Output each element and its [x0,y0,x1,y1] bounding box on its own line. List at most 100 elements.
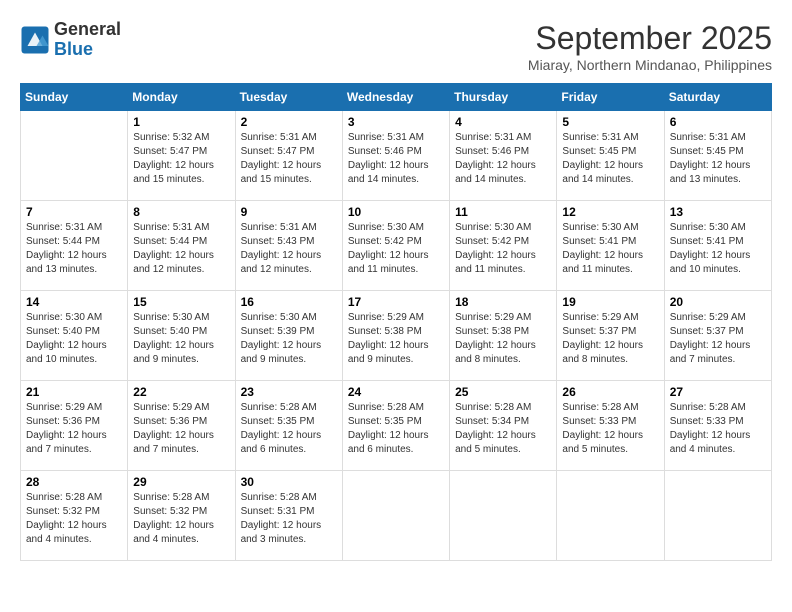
logo-text: General Blue [54,20,121,60]
cell-info: Sunrise: 5:29 AM Sunset: 5:38 PM Dayligh… [348,311,444,367]
cell-info: Sunrise: 5:30 AM Sunset: 5:41 PM Dayligh… [670,221,766,277]
cell-info: Sunrise: 5:29 AM Sunset: 5:36 PM Dayligh… [26,401,122,457]
calendar-cell: 26 Sunrise: 5:28 AM Sunset: 5:33 PM Dayli… [557,381,664,471]
calendar-cell: 27Sunrise: 5:28 AM Sunset: 5:33 PM Dayli… [664,381,771,471]
day-number: 29 [133,475,229,489]
calendar-cell [557,471,664,561]
day-number: 8 [133,205,229,219]
day-number: 19 [562,295,658,309]
title-block: September 2025 Miaray, Northern Mindanao… [528,20,772,73]
cell-info: Sunrise: 5:29 AM Sunset: 5:36 PM Dayligh… [133,401,229,457]
day-number: 17 [348,295,444,309]
calendar-cell: 4 Sunrise: 5:31 AM Sunset: 5:46 PM Daylig… [450,111,557,201]
day-number: 15 [133,295,229,309]
calendar-cell: 30Sunrise: 5:28 AM Sunset: 5:31 PM Dayli… [235,471,342,561]
day-number: 6 [670,115,766,129]
calendar-week-3: 14Sunrise: 5:30 AM Sunset: 5:40 PM Dayli… [21,291,772,381]
cell-info: Sunrise: 5:29 AM Sunset: 5:37 PM Dayligh… [562,311,658,367]
weekday-header-monday: Monday [128,84,235,111]
weekday-header-row: SundayMondayTuesdayWednesdayThursdayFrid… [21,84,772,111]
weekday-header-sunday: Sunday [21,84,128,111]
cell-info: Sunrise: 5:31 AM Sunset: 5:43 PM Dayligh… [241,221,337,277]
calendar-cell: 7 Sunrise: 5:31 AM Sunset: 5:44 PM Daylig… [21,201,128,291]
day-number: 20 [670,295,766,309]
weekday-header-tuesday: Tuesday [235,84,342,111]
day-number: 18 [455,295,551,309]
day-number: 5 [562,115,658,129]
day-number: 16 [241,295,337,309]
calendar-cell: 23 Sunrise: 5:28 AM Sunset: 5:35 PM Dayli… [235,381,342,471]
calendar-week-2: 7 Sunrise: 5:31 AM Sunset: 5:44 PM Daylig… [21,201,772,291]
calendar-cell: 28Sunrise: 5:28 AM Sunset: 5:32 PM Dayli… [21,471,128,561]
calendar-cell: 14Sunrise: 5:30 AM Sunset: 5:40 PM Dayli… [21,291,128,381]
calendar-cell: 1Sunrise: 5:32 AM Sunset: 5:47 PM Daylig… [128,111,235,201]
cell-info: Sunrise: 5:28 AM Sunset: 5:33 PM Dayligh… [562,401,658,457]
cell-info: Sunrise: 5:31 AM Sunset: 5:45 PM Dayligh… [670,131,766,187]
calendar-cell: 16 Sunrise: 5:30 AM Sunset: 5:39 PM Dayli… [235,291,342,381]
day-number: 1 [133,115,229,129]
cell-info: Sunrise: 5:28 AM Sunset: 5:35 PM Dayligh… [348,401,444,457]
calendar-cell: 21Sunrise: 5:29 AM Sunset: 5:36 PM Dayli… [21,381,128,471]
calendar-week-1: 1Sunrise: 5:32 AM Sunset: 5:47 PM Daylig… [21,111,772,201]
calendar-cell: 13 Sunrise: 5:30 AM Sunset: 5:41 PM Dayli… [664,201,771,291]
calendar-cell: 2 Sunrise: 5:31 AM Sunset: 5:47 PM Daylig… [235,111,342,201]
day-number: 10 [348,205,444,219]
calendar-cell: 5 Sunrise: 5:31 AM Sunset: 5:45 PM Daylig… [557,111,664,201]
cell-info: Sunrise: 5:31 AM Sunset: 5:47 PM Dayligh… [241,131,337,187]
cell-info: Sunrise: 5:28 AM Sunset: 5:32 PM Dayligh… [26,491,122,547]
calendar-cell: 19 Sunrise: 5:29 AM Sunset: 5:37 PM Dayli… [557,291,664,381]
cell-info: Sunrise: 5:31 AM Sunset: 5:46 PM Dayligh… [455,131,551,187]
location: Miaray, Northern Mindanao, Philippines [528,57,772,73]
cell-info: Sunrise: 5:28 AM Sunset: 5:32 PM Dayligh… [133,491,229,547]
calendar-week-5: 28Sunrise: 5:28 AM Sunset: 5:32 PM Dayli… [21,471,772,561]
calendar-cell: 22 Sunrise: 5:29 AM Sunset: 5:36 PM Dayli… [128,381,235,471]
logo: General Blue [20,20,121,60]
cell-info: Sunrise: 5:28 AM Sunset: 5:35 PM Dayligh… [241,401,337,457]
weekday-header-friday: Friday [557,84,664,111]
cell-info: Sunrise: 5:31 AM Sunset: 5:44 PM Dayligh… [133,221,229,277]
calendar-cell: 18 Sunrise: 5:29 AM Sunset: 5:38 PM Dayli… [450,291,557,381]
cell-info: Sunrise: 5:30 AM Sunset: 5:40 PM Dayligh… [26,311,122,367]
calendar-cell: 6 Sunrise: 5:31 AM Sunset: 5:45 PM Daylig… [664,111,771,201]
day-number: 13 [670,205,766,219]
calendar-cell: 24 Sunrise: 5:28 AM Sunset: 5:35 PM Dayli… [342,381,449,471]
day-number: 7 [26,205,122,219]
cell-info: Sunrise: 5:29 AM Sunset: 5:37 PM Dayligh… [670,311,766,367]
cell-info: Sunrise: 5:31 AM Sunset: 5:44 PM Dayligh… [26,221,122,277]
calendar-cell: 17 Sunrise: 5:29 AM Sunset: 5:38 PM Dayli… [342,291,449,381]
calendar-cell [664,471,771,561]
day-number: 23 [241,385,337,399]
day-number: 27 [670,385,766,399]
calendar-cell: 10 Sunrise: 5:30 AM Sunset: 5:42 PM Dayli… [342,201,449,291]
calendar-cell: 29 Sunrise: 5:28 AM Sunset: 5:32 PM Dayli… [128,471,235,561]
cell-info: Sunrise: 5:31 AM Sunset: 5:45 PM Dayligh… [562,131,658,187]
day-number: 24 [348,385,444,399]
cell-info: Sunrise: 5:29 AM Sunset: 5:38 PM Dayligh… [455,311,551,367]
calendar-cell [450,471,557,561]
calendar-cell: 11 Sunrise: 5:30 AM Sunset: 5:42 PM Dayli… [450,201,557,291]
day-number: 2 [241,115,337,129]
calendar-cell: 3 Sunrise: 5:31 AM Sunset: 5:46 PM Daylig… [342,111,449,201]
cell-info: Sunrise: 5:30 AM Sunset: 5:39 PM Dayligh… [241,311,337,367]
day-number: 26 [562,385,658,399]
calendar-cell: 20 Sunrise: 5:29 AM Sunset: 5:37 PM Dayli… [664,291,771,381]
cell-info: Sunrise: 5:30 AM Sunset: 5:42 PM Dayligh… [455,221,551,277]
day-number: 3 [348,115,444,129]
cell-info: Sunrise: 5:30 AM Sunset: 5:40 PM Dayligh… [133,311,229,367]
day-number: 22 [133,385,229,399]
day-number: 4 [455,115,551,129]
calendar-week-4: 21Sunrise: 5:29 AM Sunset: 5:36 PM Dayli… [21,381,772,471]
calendar-cell [21,111,128,201]
weekday-header-saturday: Saturday [664,84,771,111]
day-number: 9 [241,205,337,219]
cell-info: Sunrise: 5:31 AM Sunset: 5:46 PM Dayligh… [348,131,444,187]
logo-icon [20,25,50,55]
cell-info: Sunrise: 5:30 AM Sunset: 5:42 PM Dayligh… [348,221,444,277]
cell-info: Sunrise: 5:30 AM Sunset: 5:41 PM Dayligh… [562,221,658,277]
day-number: 12 [562,205,658,219]
calendar-cell: 9 Sunrise: 5:31 AM Sunset: 5:43 PM Daylig… [235,201,342,291]
day-number: 11 [455,205,551,219]
cell-info: Sunrise: 5:28 AM Sunset: 5:31 PM Dayligh… [241,491,337,547]
calendar-cell: 25Sunrise: 5:28 AM Sunset: 5:34 PM Dayli… [450,381,557,471]
page-header: General Blue September 2025 Miaray, Nort… [20,20,772,73]
